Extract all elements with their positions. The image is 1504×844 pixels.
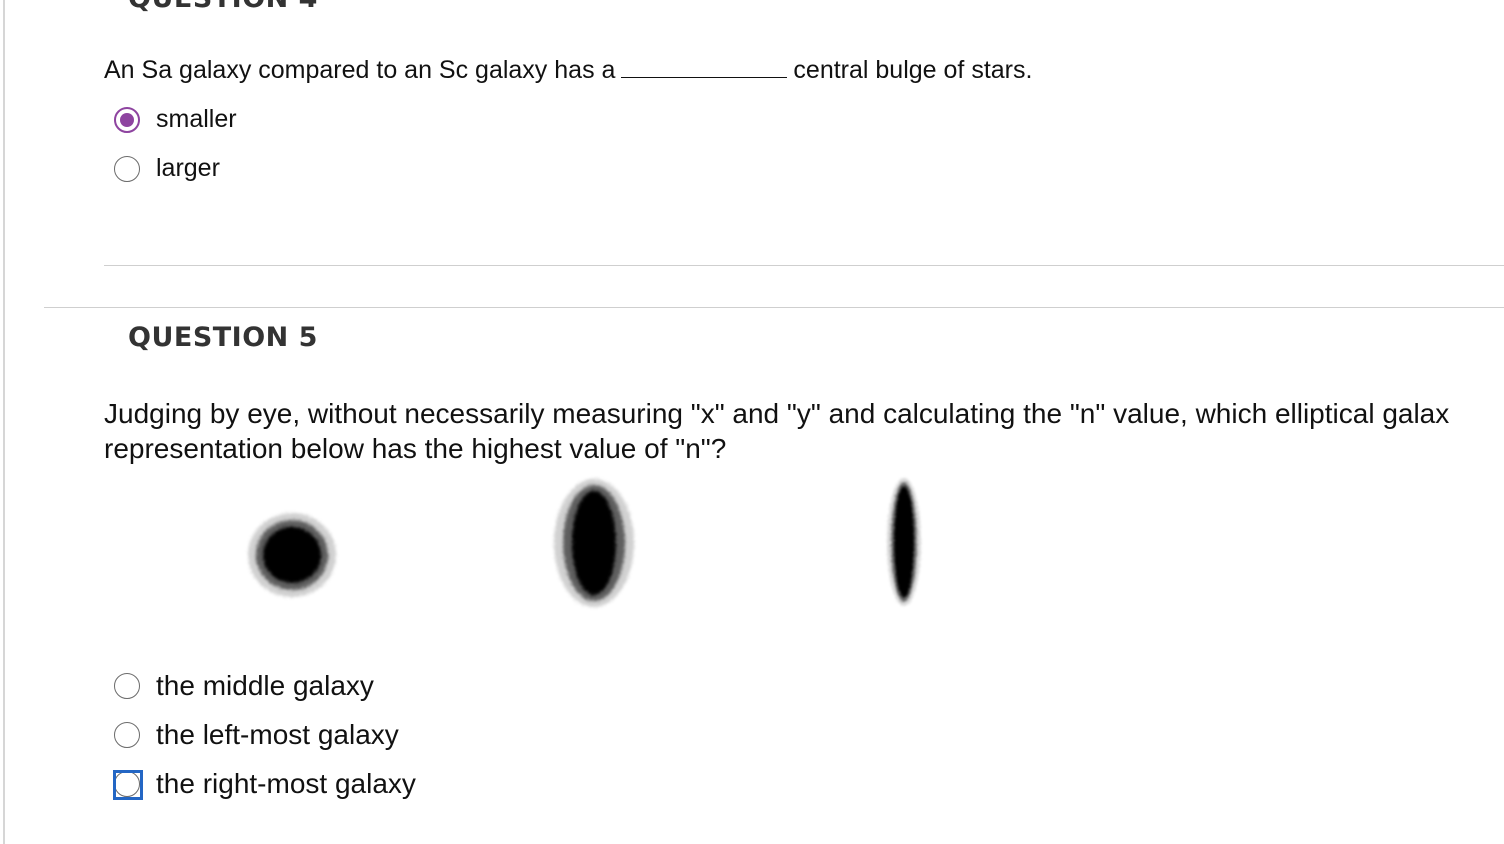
radio-button[interactable]	[114, 155, 140, 182]
option-label: smaller	[156, 105, 237, 133]
question-4-text-before-blank: An Sa galaxy compared to an Sc galaxy ha…	[104, 56, 616, 84]
question-4-divider	[104, 265, 1504, 266]
galaxy-left-round	[248, 513, 336, 597]
question-4-text-after-blank: central bulge of stars.	[793, 56, 1033, 84]
content-left-border	[3, 0, 5, 844]
option-label: larger	[156, 154, 220, 182]
question-4-option-larger[interactable]: larger	[114, 154, 220, 183]
galaxy-middle-oval	[554, 479, 634, 607]
question-4-heading: QUESTION 4	[128, 0, 318, 14]
question-5-heading: QUESTION 5	[128, 322, 318, 353]
question-5-option-left-most[interactable]: the left-most galaxy	[114, 719, 399, 751]
question-5-prompt-line-1: Judging by eye, without necessarily meas…	[104, 398, 1450, 429]
question-separator	[44, 307, 1504, 308]
question-5-prompt-line-2: representation below has the highest val…	[104, 433, 727, 464]
option-label: the left-most galaxy	[156, 719, 399, 750]
question-4-prompt: An Sa galaxy compared to an Sc galaxy ha…	[104, 56, 1032, 85]
radio-button-selected[interactable]	[114, 106, 140, 133]
quiz-page: QUESTION 4 An Sa galaxy compared to an S…	[0, 0, 1504, 844]
question-5-option-right-most[interactable]: the right-most galaxy	[113, 768, 416, 800]
focus-ring	[113, 770, 143, 800]
radio-button[interactable]	[114, 722, 140, 748]
galaxy-right-elongated	[887, 478, 921, 606]
radio-button[interactable]	[114, 673, 140, 699]
elliptical-galaxies-image	[248, 478, 921, 607]
question-4-option-smaller[interactable]: smaller	[114, 105, 237, 134]
fill-in-blank-line	[621, 76, 788, 78]
radio-button-focused[interactable]	[113, 770, 143, 800]
option-label: the right-most galaxy	[156, 768, 416, 799]
question-5-option-middle[interactable]: the middle galaxy	[114, 670, 374, 702]
option-label: the middle galaxy	[156, 670, 374, 701]
